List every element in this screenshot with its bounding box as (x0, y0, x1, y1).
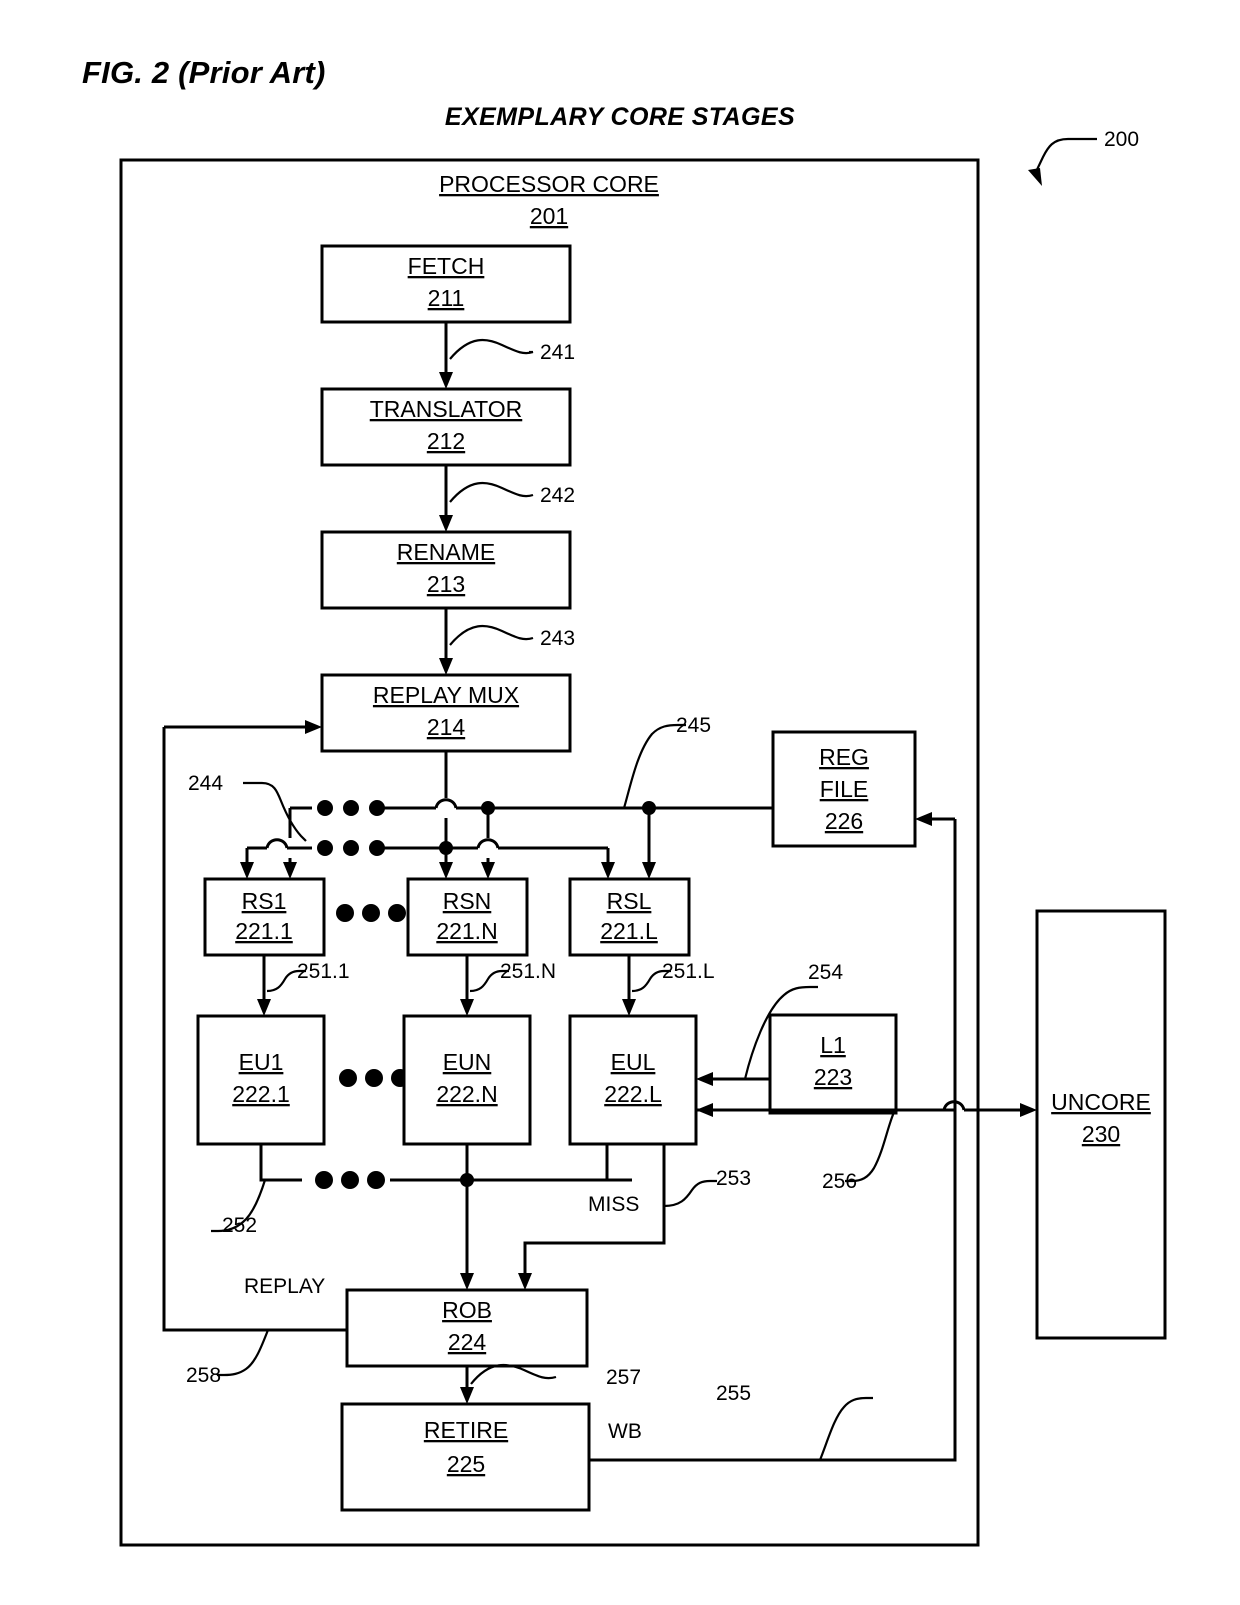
eu1-ref: 222.1 (232, 1081, 290, 1107)
leader-241 (449, 338, 534, 360)
rename-ref: 213 (427, 571, 465, 597)
fetch-name: FETCH (408, 253, 485, 279)
eun-name: EUN (443, 1049, 492, 1075)
edge-eul-rob-miss (518, 1144, 666, 1290)
feed-rsn-left (439, 751, 453, 879)
signal-244: 244 (188, 772, 223, 795)
rs1-name: RS1 (242, 888, 287, 914)
label-miss: MISS (588, 1193, 639, 1216)
edge-translator-rename (439, 465, 453, 532)
edge-l1-eul (696, 1072, 770, 1086)
eu1-name: EU1 (239, 1049, 284, 1075)
signal-251-1: 251.1 (297, 960, 350, 983)
signal-241: 241 (540, 341, 575, 364)
figure-ref-200: 200 (1104, 128, 1139, 151)
edge-fetch-translator (439, 322, 453, 389)
rs1-ref: 221.1 (235, 918, 293, 944)
core-stages-diagram: FIG. 2 (Prior Art) EXEMPLARY CORE STAGES… (82, 55, 1167, 1547)
block-eun[interactable] (402, 1014, 532, 1146)
figure-label: FIG. 2 (Prior Art) (82, 55, 326, 90)
signal-256: 256 (822, 1170, 857, 1193)
label-replay: REPLAY (244, 1275, 325, 1298)
edge-rob-retire (460, 1366, 474, 1404)
leader-253 (663, 1179, 717, 1208)
signal-253: 253 (716, 1167, 751, 1190)
translator-ref: 212 (427, 428, 465, 454)
translator-name: TRANSLATOR (370, 396, 523, 422)
edge-rsl-eul (622, 955, 636, 1016)
retire-ref: 225 (447, 1451, 485, 1477)
uncore-name: UNCORE (1051, 1089, 1151, 1115)
eul-name: EUL (611, 1049, 656, 1075)
signal-254: 254 (808, 961, 843, 984)
eul-ref: 222.L (604, 1081, 662, 1107)
replay-mux-name: REPLAY MUX (373, 682, 519, 708)
signal-251-l: 251.L (662, 960, 715, 983)
figure-ref-leader (1028, 137, 1097, 186)
bus-upper-ellipsis (317, 800, 385, 816)
rs-row-ellipsis (336, 904, 406, 922)
signal-252: 252 (222, 1214, 257, 1237)
l1-name: L1 (820, 1032, 846, 1058)
rob-ref: 224 (448, 1329, 487, 1355)
leader-242 (449, 481, 534, 503)
leader-258 (217, 1329, 270, 1377)
rsl-ref: 221.L (600, 918, 658, 944)
feed-rsl-right (642, 801, 656, 879)
signal-257: 257 (606, 1366, 641, 1389)
processor-core-ref: 201 (530, 203, 568, 229)
leader-245 (622, 723, 686, 809)
reg-file-ref: 226 (825, 808, 863, 834)
uncore-ref: 230 (1082, 1121, 1120, 1147)
block-eu1[interactable] (196, 1014, 326, 1146)
rob-name: ROB (442, 1297, 492, 1323)
feed-rsl-left (601, 848, 615, 879)
label-wb: WB (608, 1420, 642, 1443)
edge-rsn-eun (460, 955, 474, 1016)
signal-251-n: 251.N (500, 960, 556, 983)
eu-row-ellipsis (339, 1069, 409, 1087)
figure-canvas: FIG. 2 (Prior Art) EXEMPLARY CORE STAGES… (0, 0, 1240, 1605)
replay-mux-ref: 214 (427, 714, 466, 740)
signal-242: 242 (540, 484, 575, 507)
reg-file-name-line2: FILE (820, 776, 869, 802)
bus-eu-output (259, 1144, 632, 1290)
bus-lower (247, 838, 608, 850)
feed-rs1-left (240, 848, 254, 879)
signal-255: 255 (716, 1382, 751, 1405)
bus-lower-ellipsis (317, 840, 385, 856)
rename-name: RENAME (397, 539, 495, 565)
leader-255 (818, 1396, 873, 1461)
edge-rename-replaymux (439, 608, 453, 675)
signal-243: 243 (540, 627, 575, 650)
signal-258: 258 (186, 1364, 221, 1387)
leader-257 (470, 1363, 557, 1385)
l1-ref: 223 (814, 1064, 852, 1090)
leader-244 (243, 781, 307, 842)
retire-name: RETIRE (424, 1417, 508, 1443)
fetch-ref: 211 (428, 285, 465, 311)
rsl-name: RSL (607, 888, 652, 914)
rsn-name: RSN (443, 888, 492, 914)
leader-243 (449, 624, 534, 646)
bus-upper (290, 798, 773, 810)
eun-ref: 222.N (436, 1081, 497, 1107)
block-eul[interactable] (568, 1014, 698, 1146)
rsn-ref: 221.N (436, 918, 497, 944)
figure-title: EXEMPLARY CORE STAGES (445, 103, 795, 131)
signal-245: 245 (676, 714, 711, 737)
reg-file-name-line1: REG (819, 744, 869, 770)
processor-core-name: PROCESSOR CORE (439, 171, 659, 197)
edge-rs1-eu1 (257, 955, 271, 1016)
